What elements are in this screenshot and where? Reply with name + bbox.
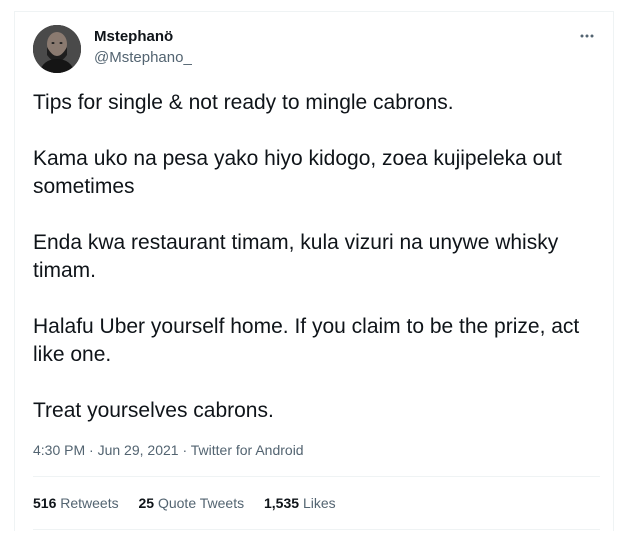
divider	[33, 529, 600, 530]
likes-label: Likes	[302, 495, 336, 511]
tweet-metadata: 4:30 PM · Jun 29, 2021 · Twitter for And…	[33, 441, 304, 459]
meta-separator: ·	[85, 442, 98, 458]
tweet-paragraph: Halafu Uber yourself home. If you claim …	[33, 315, 580, 366]
tweet-time[interactable]: 4:30 PM	[33, 442, 85, 458]
quote-tweets-label: Quote Tweets	[157, 495, 245, 511]
more-options-button[interactable]	[574, 26, 600, 46]
retweets-label: Retweets	[60, 495, 119, 511]
tweet-paragraph: Kama uko na pesa yako hiyo kidogo, zoea …	[33, 147, 562, 198]
quote-tweets-stat[interactable]: 25 Quote Tweets	[139, 494, 245, 512]
author-display-name[interactable]: Mstephanö	[94, 28, 173, 46]
tweet-paragraph: Tips for single & not ready to mingle ca…	[33, 91, 454, 114]
meta-separator: ·	[178, 442, 191, 458]
retweets-count: 516	[33, 495, 57, 511]
tweet-stats: 516 Retweets 25 Quote Tweets 1,535 Likes	[33, 494, 352, 512]
more-horizontal-icon	[580, 34, 594, 38]
author-handle[interactable]: @Mstephano_	[94, 49, 192, 67]
divider	[33, 476, 600, 477]
tweet-paragraph: Enda kwa restaurant timam, kula vizuri n…	[33, 231, 559, 282]
likes-count: 1,535	[264, 495, 300, 511]
tweet-paragraph: Treat yourselves cabrons.	[33, 399, 274, 422]
tweet-source[interactable]: Twitter for Android	[191, 442, 304, 458]
avatar[interactable]	[33, 25, 81, 73]
quote-tweets-count: 25	[138, 495, 155, 511]
retweets-stat[interactable]: 516 Retweets	[33, 494, 119, 512]
likes-stat[interactable]: 1,535 Likes	[264, 494, 336, 512]
tweet-date[interactable]: Jun 29, 2021	[98, 442, 179, 458]
avatar-image	[33, 25, 81, 73]
tweet-text: Tips for single & not ready to mingle ca…	[33, 89, 608, 453]
